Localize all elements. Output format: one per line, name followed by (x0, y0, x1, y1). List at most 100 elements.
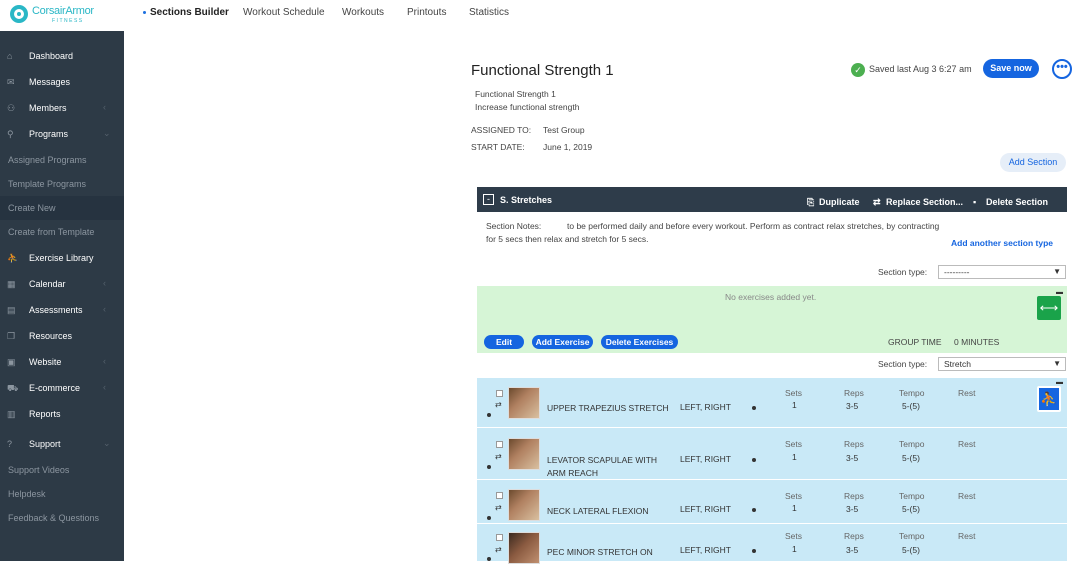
sidebar-item-assessments[interactable]: ▤ Assessments ‹ (0, 298, 124, 322)
tempo-value[interactable]: 5-(5) (902, 545, 920, 555)
duplicate-section-button[interactable]: Duplicate (819, 197, 860, 207)
row-checkbox[interactable] (496, 534, 503, 541)
tab-statistics[interactable]: Statistics (469, 7, 509, 18)
sidebar-item-calendar[interactable]: ▦ Calendar ‹ (0, 272, 124, 296)
sidebar-item-exercise-library[interactable]: ⛹ Exercise Library (0, 246, 124, 270)
replace-section-button[interactable]: Replace Section... (886, 197, 963, 207)
sidebar-item-label: Programs (29, 129, 69, 139)
section-type-label-2: Section type: (878, 359, 928, 369)
report-icon: ▥ (7, 409, 16, 419)
sidebar-sub-create-from-template[interactable]: Create from Template (0, 220, 124, 244)
tab-workout-schedule[interactable]: Workout Schedule (243, 7, 325, 18)
trash-icon: ▪ (973, 197, 977, 207)
sidebar-item-label: Calendar (29, 279, 66, 289)
swap-icon[interactable]: ⇄ (495, 400, 502, 409)
row-checkbox[interactable] (496, 441, 503, 448)
reps-value[interactable]: 3-5 (846, 545, 858, 555)
sidebar-item-dashboard[interactable]: ⌂ Dashboard (0, 44, 124, 68)
section-type-select-2[interactable]: Stretch ▼ (938, 357, 1066, 371)
collapse-toggle[interactable]: - (483, 194, 494, 205)
exercise-name[interactable]: LEVATOR SCAPULAE WITH ARM REACH (547, 454, 672, 480)
swap-icon[interactable]: ⇄ (495, 545, 502, 554)
section-type-value-2: Stretch (944, 359, 971, 369)
sets-value[interactable]: 1 (792, 452, 797, 462)
sidebar-item-support[interactable]: ? Support ⌄ (0, 432, 124, 456)
exercise-name[interactable]: NECK LATERAL FLEXION (547, 505, 672, 518)
tab-printouts[interactable]: Printouts (407, 7, 446, 18)
add-section-button[interactable]: Add Section (1000, 153, 1066, 172)
tempo-value[interactable]: 5-(5) (902, 453, 920, 463)
table-row[interactable]: ⇄ PEC MINOR STRETCH ON LEFT, RIGHT Sets … (477, 524, 1067, 564)
table-row[interactable]: ⇄ LEVATOR SCAPULAE WITH ARM REACH LEFT, … (477, 430, 1067, 480)
table-row[interactable]: ⇄ UPPER TRAPEZIUS STRETCH LEFT, RIGHT Se… (477, 378, 1067, 428)
add-another-section-link[interactable]: Add another section type (951, 238, 1053, 248)
sidebar-sub-template-programs[interactable]: Template Programs (0, 172, 124, 196)
sidebar-item-ecommerce[interactable]: ⛟ E-commerce ‹ (0, 376, 124, 400)
table-row[interactable]: ⇄ NECK LATERAL FLEXION LEFT, RIGHT Sets … (477, 482, 1067, 524)
reps-value[interactable]: 3-5 (846, 504, 858, 514)
sidebar: ⌂ Dashboard ✉ Messages ⚇ Members ‹ ⚲ Programs… (0, 31, 124, 561)
saved-status: Saved last Aug 3 6:27 am (869, 64, 972, 74)
section-type-select[interactable]: --------- ▼ (938, 265, 1066, 279)
rest-header: Rest (958, 388, 976, 398)
row-checkbox[interactable] (496, 492, 503, 499)
tab-workouts[interactable]: Workouts (342, 7, 384, 18)
tab-sections-builder[interactable]: Sections Builder (143, 7, 229, 18)
tempo-header: Tempo (899, 531, 925, 541)
tempo-header: Tempo (899, 439, 925, 449)
sidebar-item-programs[interactable]: ⚲ Programs ⌄ (0, 122, 124, 146)
save-now-button[interactable]: Save now (983, 59, 1039, 78)
sidebar-sub-feedback[interactable]: Feedback & Questions (0, 506, 124, 530)
sidebar-item-members[interactable]: ⚇ Members ‹ (0, 96, 124, 120)
browser-icon: ▣ (7, 357, 16, 367)
drag-handle-icon[interactable] (487, 465, 491, 469)
bullet-icon (752, 458, 756, 462)
trash-small-icon[interactable]: ▬ (1056, 289, 1063, 296)
drag-handle-icon[interactable] (487, 413, 491, 417)
sets-header: Sets (785, 491, 803, 501)
sidebar-item-label: Template Programs (8, 179, 87, 189)
exercise-name[interactable]: UPPER TRAPEZIUS STRETCH (547, 402, 672, 415)
exercise-name[interactable]: PEC MINOR STRETCH ON (547, 546, 672, 559)
edit-button[interactable]: Edit (484, 335, 524, 349)
brand-tagline: FITNESS (52, 18, 84, 24)
tempo-header: Tempo (899, 491, 925, 501)
sidebar-item-label: Dashboard (29, 51, 74, 61)
sidebar-item-website[interactable]: ▣ Website ‹ (0, 350, 124, 374)
reps-header: Reps (844, 531, 864, 541)
drag-handle-icon[interactable] (487, 516, 491, 520)
calendar-icon: ▦ (7, 279, 16, 289)
sets-header: Sets (785, 531, 803, 541)
delete-exercises-button[interactable]: Delete Exercises (601, 335, 678, 349)
sidebar-item-resources[interactable]: ❐ Resources (0, 324, 124, 348)
sidebar-item-label: Assessments (29, 305, 83, 315)
tempo-header: Tempo (899, 388, 925, 398)
check-icon: ✓ (851, 63, 865, 77)
sets-value[interactable]: 1 (792, 544, 797, 554)
sidebar-sub-assigned-programs[interactable]: Assigned Programs (0, 148, 124, 172)
sidebar-item-reports[interactable]: ▥ Reports (0, 402, 124, 426)
swap-icon[interactable]: ⇄ (495, 452, 502, 461)
rest-header: Rest (958, 439, 976, 449)
sets-value[interactable]: 1 (792, 400, 797, 410)
brand-logo[interactable]: CorsairArmor FITNESS (8, 3, 108, 27)
sidebar-sub-support-videos[interactable]: Support Videos (0, 458, 124, 482)
delete-section-button[interactable]: Delete Section (986, 197, 1048, 207)
sets-value[interactable]: 1 (792, 503, 797, 513)
sidebar-item-messages[interactable]: ✉ Messages (0, 70, 124, 94)
sidebar-sub-helpdesk[interactable]: Helpdesk (0, 482, 124, 506)
reps-header: Reps (844, 491, 864, 501)
reps-value[interactable]: 3-5 (846, 453, 858, 463)
tempo-value[interactable]: 5-(5) (902, 504, 920, 514)
chevron-down-icon: ⌄ (103, 438, 111, 448)
reps-value[interactable]: 3-5 (846, 401, 858, 411)
add-exercise-button[interactable]: Add Exercise (532, 335, 593, 349)
tempo-value[interactable]: 5-(5) (902, 401, 920, 411)
more-options-icon[interactable]: ••• (1052, 59, 1072, 79)
drag-handle-icon[interactable] (487, 557, 491, 561)
logo-mark-icon (10, 5, 28, 23)
sidebar-sub-create-new[interactable]: Create New (0, 196, 124, 220)
rest-header: Rest (958, 491, 976, 501)
swap-icon[interactable]: ⇄ (495, 503, 502, 512)
row-checkbox[interactable] (496, 390, 503, 397)
